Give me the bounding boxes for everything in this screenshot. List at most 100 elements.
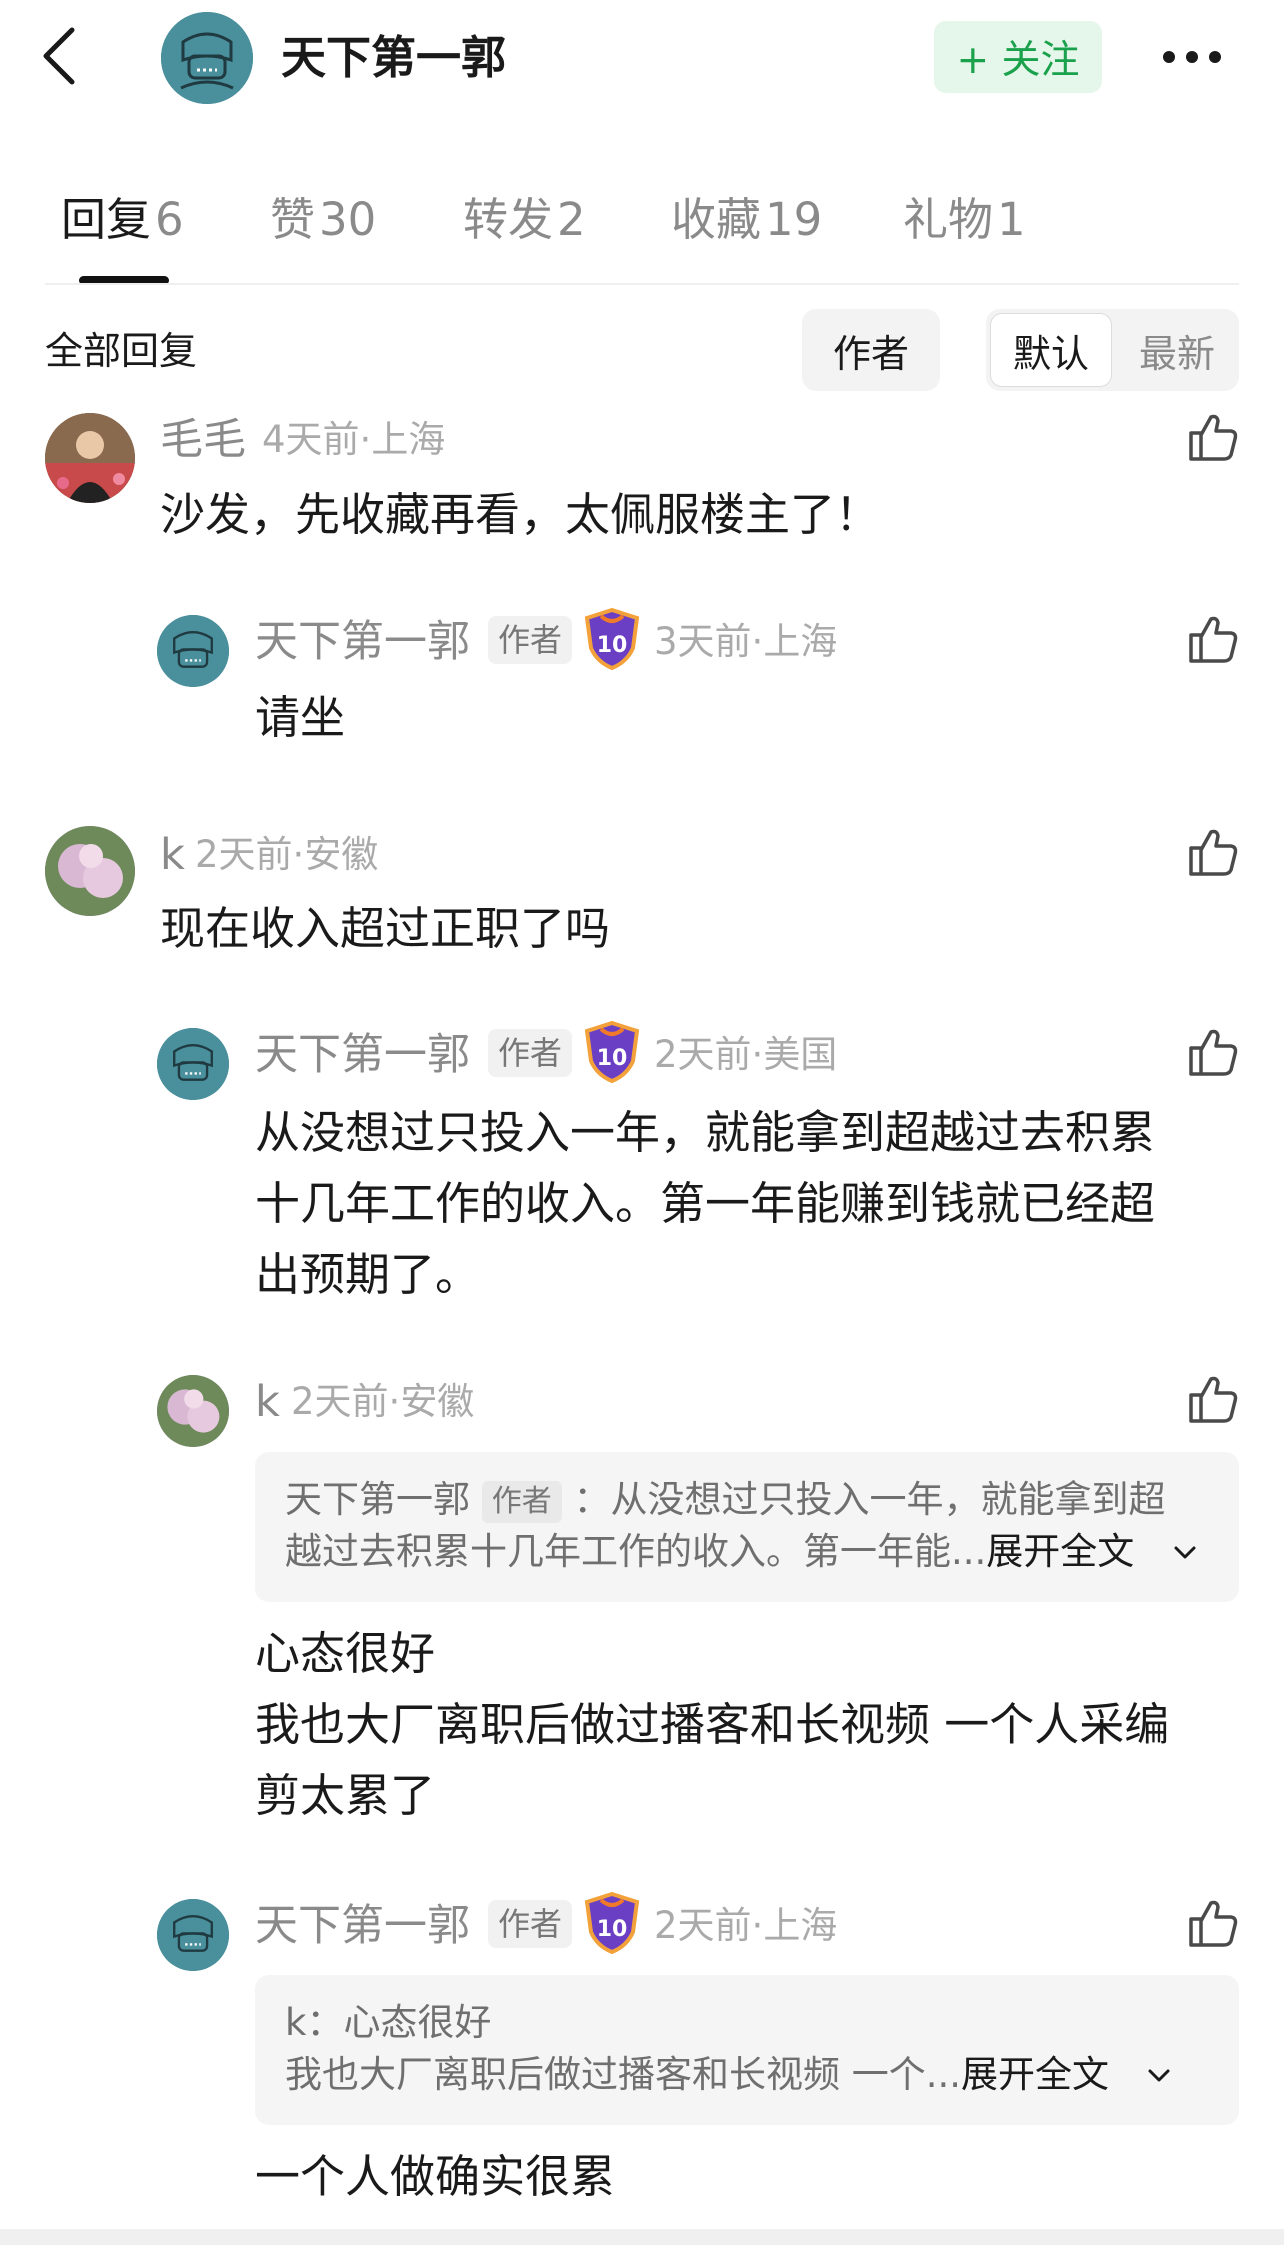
meta-separator: ·: [751, 620, 764, 663]
tab-favorites[interactable]: 收藏19: [671, 190, 822, 250]
comment-location: 美国: [763, 1033, 838, 1076]
like-button[interactable]: [1187, 1897, 1239, 1949]
avatar-illustration: [157, 1028, 229, 1100]
chevron-down-icon: [1146, 2063, 1172, 2093]
avatar[interactable]: [157, 1375, 229, 1447]
comment-text-line: 剪太累了: [255, 1769, 436, 1822]
level-number: 10: [597, 1046, 628, 1071]
avatar-illustration: [157, 1899, 229, 1971]
comment-user[interactable]: 天下第一郭: [255, 612, 470, 672]
comment-text-line: 十几年工作的收入。第一年能赚到钱就已经超: [255, 1177, 1156, 1230]
level-shield-icon: 10: [584, 1891, 640, 1955]
thumbs-up-icon: [1189, 414, 1238, 461]
comment-meta: 2天前·美国: [654, 1025, 837, 1085]
quote-text: 我也大厂离职后做过播客和长视频 一个...: [285, 2053, 962, 2096]
tab-label: 赞: [270, 193, 316, 246]
avatar[interactable]: [45, 826, 135, 916]
chevron-left-icon: [43, 27, 75, 85]
sort-latest-button[interactable]: 最新: [1118, 313, 1236, 387]
author-filter-button[interactable]: 作者: [802, 309, 940, 391]
comment-text: 现在收入超过正职了吗: [160, 902, 611, 955]
like-button[interactable]: [1187, 411, 1239, 463]
comment-user[interactable]: k: [255, 1372, 280, 1432]
quote-colon: ：: [306, 2001, 344, 2044]
quote-text: 从没想过只投入一年，就能拿到超: [610, 1478, 1166, 1521]
avatar[interactable]: [157, 1028, 229, 1100]
author-tag: 作者: [488, 1029, 573, 1077]
like-button[interactable]: [1187, 1026, 1239, 1078]
comment-text: 请坐: [255, 691, 346, 744]
thumbs-up-icon: [1189, 616, 1238, 663]
quote-line: 越过去积累十几年工作的收入。第一年能...展开全文: [285, 1527, 1134, 1577]
follow-button[interactable]: + 关注: [934, 21, 1102, 93]
tab-gifts[interactable]: 礼物1: [903, 190, 1026, 250]
quote-text: 心态很好: [343, 2001, 492, 2044]
thumbs-up-icon: [1189, 1376, 1238, 1423]
tab-label: 转发: [463, 193, 554, 246]
level-shield-icon: 10: [584, 1020, 640, 1084]
level-badge: 10: [583, 1020, 641, 1084]
avatar[interactable]: [157, 615, 229, 687]
tab-replies[interactable]: 回复6: [61, 190, 184, 250]
chevron-down-icon: [1172, 1540, 1198, 1570]
tab-label: 收藏: [671, 193, 762, 246]
avatar[interactable]: [157, 1899, 229, 1971]
tab-count: 30: [319, 193, 377, 246]
comment-text-line: 我也大厂离职后做过播客和长视频 一个人采编: [255, 1698, 1170, 1751]
thumbs-up-icon: [1189, 1029, 1238, 1076]
avatar[interactable]: [161, 12, 253, 104]
meta-separator: ·: [388, 1380, 401, 1423]
tab-label: 礼物: [903, 193, 994, 246]
comment-text: 沙发，先收藏再看，太佩服楼主了！: [160, 488, 881, 541]
like-button[interactable]: [1187, 613, 1239, 665]
comment-time: 2天前: [195, 833, 293, 876]
more-button[interactable]: [1157, 42, 1227, 72]
comment-meta: 3天前·上海: [654, 612, 837, 672]
comment-location: 安徽: [400, 1380, 475, 1423]
level-number: 10: [597, 633, 628, 658]
comment-user[interactable]: 天下第一郭: [255, 1025, 470, 1085]
bottom-separator: [0, 2229, 1284, 2245]
avatar-photo: [45, 413, 135, 503]
like-button[interactable]: [1187, 826, 1239, 878]
meta-separator: ·: [751, 1033, 764, 1076]
tab-count: 1: [997, 193, 1026, 246]
like-button[interactable]: [1187, 1373, 1239, 1425]
sort-default-button[interactable]: 默认: [990, 313, 1112, 387]
comment-time: 2天前: [291, 1380, 389, 1423]
expand-button[interactable]: 展开全文: [986, 1530, 1134, 1573]
comment-text-line: 从没想过只投入一年，就能拿到超越过去积累: [255, 1106, 1156, 1159]
tab-label: 回复: [61, 193, 152, 246]
comment-user[interactable]: k: [160, 825, 185, 885]
tab-reposts[interactable]: 转发2: [463, 190, 586, 250]
avatar-photo: [157, 1375, 229, 1447]
meta-separator: ·: [292, 833, 305, 876]
meta-separator: ·: [359, 418, 372, 461]
comment-text-line: 出预期了。: [255, 1248, 481, 1301]
more-horizontal-icon: [1163, 51, 1221, 63]
avatar[interactable]: [45, 413, 135, 503]
divider: [45, 283, 1239, 285]
comment-location: 上海: [763, 620, 838, 663]
comment-meta: 2天前·安徽: [195, 825, 378, 885]
comment-user[interactable]: 毛毛: [160, 410, 246, 470]
comment-meta: 4天前·上海: [262, 410, 445, 470]
meta-separator: ·: [751, 1904, 764, 1947]
expand-button[interactable]: 展开全文: [961, 2053, 1109, 2096]
tab-likes[interactable]: 赞30: [270, 190, 376, 250]
tab-count: 2: [557, 193, 586, 246]
author-tag: 作者: [481, 1480, 562, 1523]
comment-location: 安徽: [304, 833, 379, 876]
avatar-illustration: [157, 615, 229, 687]
back-button[interactable]: [40, 26, 80, 86]
comment-text-line: 心态很好: [255, 1627, 436, 1680]
quote-text: 越过去积累十几年工作的收入。第一年能...: [285, 1530, 987, 1573]
author-tag: 作者: [488, 616, 573, 664]
comment-meta: 2天前·上海: [654, 1896, 837, 1956]
tab-count: 19: [765, 193, 823, 246]
author-name[interactable]: 天下第一郭: [281, 28, 506, 88]
comment-time: 2天前: [654, 1904, 752, 1947]
section-title: 全部回复: [45, 329, 198, 373]
level-number: 10: [597, 1917, 628, 1942]
comment-user[interactable]: 天下第一郭: [255, 1896, 470, 1956]
